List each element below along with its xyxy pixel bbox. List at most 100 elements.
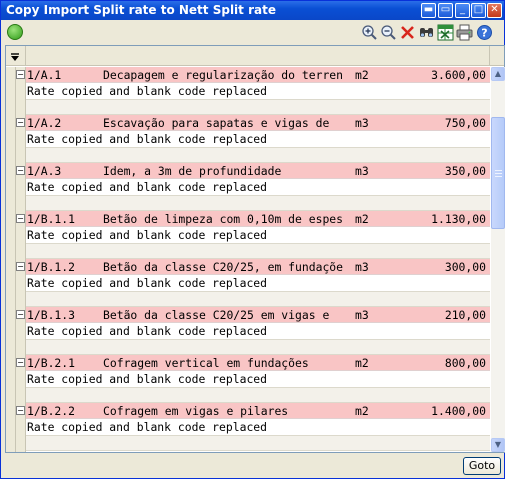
maximize-button[interactable]: □ xyxy=(471,3,486,18)
vertical-scrollbar[interactable]: ▲ ▼ xyxy=(491,67,505,452)
help-icon[interactable]: ? xyxy=(476,24,493,41)
table-row[interactable]: −1/A.1 Decapagem e regularização do terre… xyxy=(16,67,490,83)
item-note: Rate copied and blank code replaced xyxy=(27,372,268,386)
record-group: −1/B.1.2 Betão da classe C20/25, em funda… xyxy=(16,259,490,307)
grid-header-column[interactable] xyxy=(26,46,490,66)
item-note: Rate copied and blank code replaced xyxy=(27,420,268,434)
table-row[interactable]: −1/B.1.3 Betão da classe C20/25 em vigas … xyxy=(16,307,490,323)
table-row[interactable]: −1/A.2 Escavação para sapatas e vigas de m… xyxy=(16,115,490,131)
table-row-detail[interactable]: Rate copied and blank code replaced xyxy=(26,83,490,99)
item-description: Betão da classe C20/25 em vigas e xyxy=(103,308,330,322)
item-unit: m2 xyxy=(355,404,369,418)
results-grid: −1/A.1 Decapagem e regularização do terre… xyxy=(5,45,505,453)
item-note: Rate copied and blank code replaced xyxy=(27,228,268,242)
item-rate: 350,00 xyxy=(444,164,486,178)
item-note: Rate copied and blank code replaced xyxy=(27,276,268,290)
collapse-toggle-icon[interactable]: − xyxy=(16,118,25,127)
row-separator xyxy=(26,243,490,259)
item-rate: 800,00 xyxy=(444,356,486,370)
item-description: Betão da classe C20/25, em fundaçõe xyxy=(103,260,344,274)
row-separator xyxy=(26,147,490,163)
zoom-in-icon[interactable] xyxy=(361,24,378,41)
excel-export-icon[interactable] xyxy=(437,24,454,41)
find-icon[interactable] xyxy=(418,24,435,41)
grid-body: −1/A.1 Decapagem e regularização do terre… xyxy=(6,67,490,452)
item-unit: m2 xyxy=(355,68,369,82)
collapse-toggle-icon[interactable]: − xyxy=(16,70,25,79)
record-group: −1/B.2.2 Cofragem em vigas e pilares m2 1.4… xyxy=(16,403,490,451)
item-unit: m3 xyxy=(355,164,369,178)
dialog-window: Copy Import Split rate to Nett Split rat… xyxy=(0,0,505,479)
collapse-toggle-icon[interactable]: − xyxy=(16,166,25,175)
row-separator xyxy=(26,387,490,403)
item-code: 1/B.1.3 xyxy=(27,308,76,322)
table-row-detail[interactable]: Rate copied and blank code replaced xyxy=(26,419,490,435)
record-group: −1/B.1.3 Betão da classe C20/25 em vigas … xyxy=(16,307,490,355)
restore-icon[interactable]: ▭ xyxy=(438,3,453,18)
grid-header xyxy=(6,46,504,66)
item-rate: 3.600,00 xyxy=(431,68,486,82)
item-note: Rate copied and blank code replaced xyxy=(27,84,268,98)
item-description: Escavação para sapatas e vigas de xyxy=(103,116,330,130)
collapse-toggle-icon[interactable]: − xyxy=(16,358,25,367)
item-rate: 1.130,00 xyxy=(431,212,486,226)
item-description: Cofragem vertical em fundações xyxy=(103,356,309,370)
item-rate: 210,00 xyxy=(444,308,486,322)
item-unit: m3 xyxy=(355,260,369,274)
scroll-thumb[interactable] xyxy=(491,117,505,229)
title-bar[interactable]: Copy Import Split rate to Nett Split rat… xyxy=(1,1,504,20)
back-icon[interactable] xyxy=(7,24,23,40)
item-note: Rate copied and blank code replaced xyxy=(27,180,268,194)
item-unit: m2 xyxy=(355,212,369,226)
record-group: −1/B.2.1 Cofragem vertical em fundações m2… xyxy=(16,355,490,403)
table-row-detail[interactable]: Rate copied and blank code replaced xyxy=(26,323,490,339)
item-code: 1/A.2 xyxy=(27,116,62,130)
item-code: 1/A.1 xyxy=(27,68,62,82)
item-description: Betão de limpeza com 0,10m de espes xyxy=(103,212,344,226)
table-row[interactable]: −1/B.1.2 Betão da classe C20/25, em funda… xyxy=(16,259,490,275)
table-row[interactable]: −1/B.2.1 Cofragem vertical em fundações m2… xyxy=(16,355,490,371)
table-row-detail[interactable]: Rate copied and blank code replaced xyxy=(26,179,490,195)
filter-dropdown-icon[interactable] xyxy=(6,46,26,66)
collapse-toggle-icon[interactable]: − xyxy=(16,406,25,415)
scroll-up-button[interactable]: ▲ xyxy=(491,67,505,81)
print-icon[interactable] xyxy=(456,24,473,41)
zoom-out-icon[interactable] xyxy=(380,24,397,41)
item-unit: m3 xyxy=(355,308,369,322)
item-rate: 300,00 xyxy=(444,260,486,274)
close-button[interactable]: ✕ xyxy=(487,3,502,18)
scroll-down-button[interactable]: ▼ xyxy=(491,438,505,452)
item-code: 1/A.3 xyxy=(27,164,62,178)
item-rate: 1.400,00 xyxy=(431,404,486,418)
row-separator xyxy=(26,339,490,355)
grid-header-corner[interactable] xyxy=(6,46,26,66)
table-row[interactable]: −1/B.1.1 Betão de limpeza com 0,10m de es… xyxy=(16,211,490,227)
item-note: Rate copied and blank code replaced xyxy=(27,324,268,338)
item-description: Decapagem e regularização do terren xyxy=(103,68,344,82)
minimize-icon[interactable]: ▬ xyxy=(421,3,436,18)
table-row-detail[interactable]: Rate copied and blank code replaced xyxy=(26,131,490,147)
goto-button[interactable]: Goto xyxy=(463,457,501,475)
collapse-toggle-icon[interactable]: − xyxy=(16,214,25,223)
window-title: Copy Import Split rate to Nett Split rat… xyxy=(6,3,276,17)
delete-icon[interactable] xyxy=(399,24,416,41)
item-code: 1/B.1.2 xyxy=(27,260,76,274)
toolbar: ? xyxy=(3,22,503,44)
item-code: 1/B.1.1 xyxy=(27,212,76,226)
table-row-detail[interactable]: Rate copied and blank code replaced xyxy=(26,371,490,387)
svg-text:?: ? xyxy=(481,27,487,40)
record-group: −1/A.3 Idem, a 3m de profundidade m3 350,00… xyxy=(16,163,490,211)
record-group: −1/A.1 Decapagem e regularização do terre… xyxy=(16,67,490,115)
item-note: Rate copied and blank code replaced xyxy=(27,132,268,146)
collapse-toggle-icon[interactable]: − xyxy=(16,262,25,271)
table-row[interactable]: −1/B.2.2 Cofragem em vigas e pilares m2 1.4… xyxy=(16,403,490,419)
record-group: −1/B.1.1 Betão de limpeza com 0,10m de es… xyxy=(16,211,490,259)
table-row-detail[interactable]: Rate copied and blank code replaced xyxy=(26,275,490,291)
row-separator xyxy=(26,435,490,451)
table-row[interactable]: −1/A.3 Idem, a 3m de profundidade m3 350,00 xyxy=(16,163,490,179)
table-row-detail[interactable]: Rate copied and blank code replaced xyxy=(26,227,490,243)
row-separator xyxy=(26,99,490,115)
item-code: 1/B.2.2 xyxy=(27,404,76,418)
minimize-button[interactable]: _ xyxy=(455,3,470,18)
collapse-toggle-icon[interactable]: − xyxy=(16,310,25,319)
